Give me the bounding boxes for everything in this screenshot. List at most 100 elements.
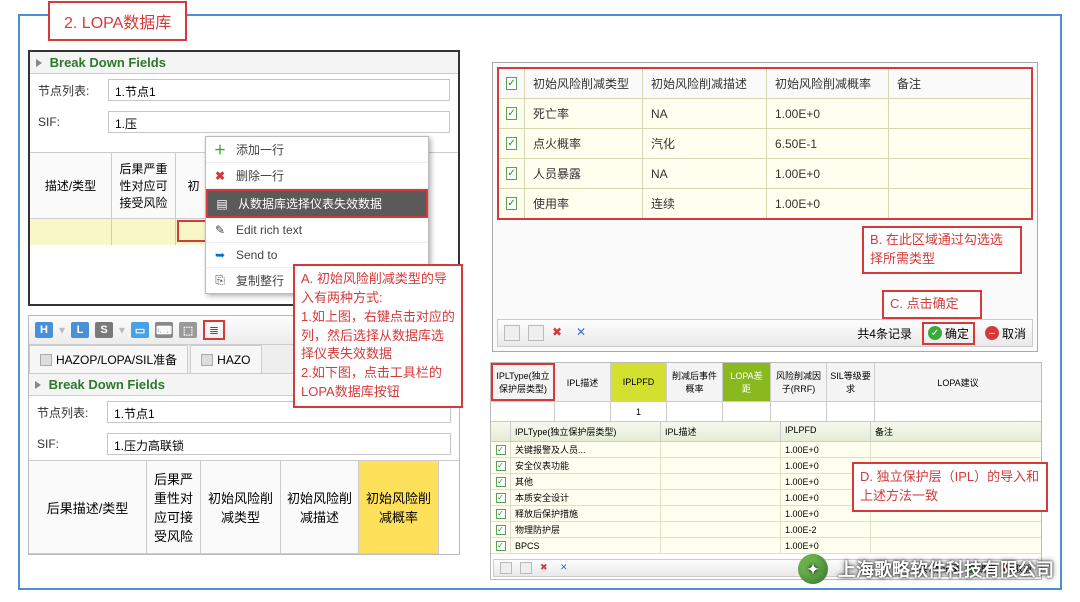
menu-delete-row[interactable]: ✖ 删除一行: [206, 163, 428, 189]
cell-prob: 1.00E+0: [767, 159, 889, 188]
ipl-head-pfd: IPLPFD: [611, 363, 667, 401]
menu-selectdb-label: 从数据库选择仪表失效数据: [238, 195, 382, 212]
toolbar-keyboard-icon[interactable]: ⌨: [155, 322, 173, 338]
new-icon[interactable]: [504, 325, 520, 341]
sif-value-2[interactable]: 1.压力高联锁: [107, 433, 451, 455]
wechat-icon: ✦: [798, 554, 828, 584]
head-note: 备注: [889, 69, 1031, 98]
checkbox-row[interactable]: ✓: [496, 541, 506, 551]
ipl-row2-c1[interactable]: [555, 402, 611, 422]
delete-icon[interactable]: ✖: [552, 325, 568, 341]
col-irr-type: 初始风险削减类型: [201, 461, 281, 554]
document-icon: [40, 354, 52, 366]
ipl-row[interactable]: ✓BPCS1.00E+0: [491, 538, 1041, 554]
sub-chk-head: [491, 422, 511, 441]
sub-type: IPLType(独立保护层类型): [511, 422, 661, 441]
right-upper-footer: ✖ ✕ 共4条记录 ✓ 确定 – 取消: [497, 319, 1033, 347]
watermark-text: 上海歌略软件科技有限公司: [838, 556, 1054, 582]
annotation-d: D. 独立保护层（IPL）的导入和上述方法一致: [852, 462, 1048, 512]
ipl-head-gap: LOPA差距: [723, 363, 771, 401]
delete-icon: ✖: [212, 168, 228, 184]
sif-value[interactable]: 1.压: [108, 111, 450, 133]
cell-desc: NA: [643, 159, 767, 188]
tab-hazop[interactable]: HAZO: [190, 345, 261, 373]
cancel-label: 取消: [1002, 325, 1026, 342]
tab2-label: HAZO: [217, 353, 250, 367]
checkbox-row[interactable]: ✓: [506, 167, 516, 180]
toolbar-h-icon[interactable]: H: [35, 322, 53, 338]
collapse-icon: [35, 381, 41, 389]
edit-icon: ✎: [212, 222, 228, 238]
toolbar-l-icon[interactable]: L: [71, 322, 89, 338]
breakdown-header[interactable]: Break Down Fields: [30, 52, 458, 74]
sif-label-2: SIF:: [37, 437, 107, 451]
cell-desc: 汽化: [643, 129, 767, 158]
ipl-row2-c2[interactable]: 1: [611, 402, 667, 422]
col-severity-risk: 后果严重性对应可接受风险: [147, 461, 201, 554]
ipl-desc: [661, 474, 781, 489]
menu-select-from-db[interactable]: ▤ 从数据库选择仪表失效数据: [206, 189, 428, 218]
tools-icon[interactable]: ✕: [560, 562, 572, 574]
ipl-head-sil: SIL等级要求: [827, 363, 875, 401]
ipl-row2-c6[interactable]: [827, 402, 875, 422]
toolbar-s-icon[interactable]: S: [95, 322, 113, 338]
ipl-row2-c0[interactable]: [491, 402, 555, 422]
ipl-head-desc: IPL描述: [555, 363, 611, 401]
new-icon[interactable]: [500, 562, 512, 574]
ipl-row[interactable]: ✓物理防护层1.00E-2: [491, 522, 1041, 538]
checkbox-row[interactable]: ✓: [496, 525, 506, 535]
tab-hazop-lopa-sil[interactable]: HAZOP/LOPA/SIL准备: [29, 345, 188, 373]
ipl-name: BPCS: [511, 538, 661, 553]
tools-icon[interactable]: ✕: [576, 325, 592, 341]
toolbar-lopa-db-button[interactable]: ≣: [203, 320, 225, 340]
menu-edit-rich-text[interactable]: ✎ Edit rich text: [206, 218, 428, 243]
cell-note: [889, 159, 1031, 188]
cell-type: 点火概率: [525, 129, 643, 158]
sif-label: SIF:: [38, 115, 108, 129]
copy-icon: ⎘: [212, 273, 228, 289]
ipl-note: [871, 442, 1041, 457]
ipl-row2-c5[interactable]: [771, 402, 827, 422]
checkbox-row[interactable]: ✓: [496, 493, 506, 503]
cancel-button[interactable]: – 取消: [985, 325, 1026, 342]
sub-desc: IPL描述: [661, 422, 781, 441]
checkbox-row[interactable]: ✓: [506, 107, 516, 120]
menu-delete-label: 删除一行: [236, 167, 284, 184]
toolbar-paste-icon[interactable]: ⬚: [179, 322, 197, 338]
ipl-name: 安全仪表功能: [511, 458, 661, 473]
ipl-row2-c7[interactable]: [875, 402, 1041, 422]
ipl-head-rrf: 风险削减因子(RRF): [771, 363, 827, 401]
record-count: 共4条记录: [857, 325, 912, 342]
checkbox-row[interactable]: ✓: [496, 509, 506, 519]
toolbar-folder-icon[interactable]: ▭: [131, 322, 149, 338]
cell-desc[interactable]: [30, 219, 112, 245]
checkbox-row[interactable]: ✓: [506, 137, 516, 150]
col-irr-desc: 初始风险削减描述: [281, 461, 359, 554]
ipl-note: [871, 538, 1041, 553]
checkbox-row[interactable]: ✓: [506, 197, 516, 210]
ipl-row2-c3[interactable]: [667, 402, 723, 422]
ok-button[interactable]: ✓ 确定: [922, 322, 975, 345]
checkbox-row[interactable]: ✓: [496, 477, 506, 487]
copy-icon[interactable]: [528, 325, 544, 341]
cell-severity[interactable]: [112, 219, 176, 245]
ipl-row2-c4[interactable]: [723, 402, 771, 422]
node-value[interactable]: 1.节点1: [108, 79, 450, 101]
copy-icon[interactable]: [520, 562, 532, 574]
checkbox-row[interactable]: ✓: [496, 445, 506, 455]
ipl-desc: [661, 458, 781, 473]
right-upper-grid: ✓ 初始风险削减类型 初始风险削减描述 初始风险削减概率 备注 ✓ 死亡率 NA…: [497, 67, 1033, 220]
checkbox-all[interactable]: ✓: [506, 77, 516, 90]
menu-add-row[interactable]: ＋ 添加一行: [206, 137, 428, 163]
checkbox-row[interactable]: ✓: [496, 461, 506, 471]
menu-edit-label: Edit rich text: [236, 223, 302, 237]
menu-add-label: 添加一行: [236, 141, 284, 158]
ipl-desc: [661, 522, 781, 537]
breakdown-label-2: Break Down Fields: [49, 377, 165, 392]
head-prob: 初始风险削减概率: [767, 69, 889, 98]
menu-copy-label: 复制整行: [236, 272, 284, 289]
ipl-head-suggest: LOPA建议: [875, 363, 1041, 401]
ipl-row[interactable]: ✓关键报警及人员...1.00E+0: [491, 442, 1041, 458]
delete-icon[interactable]: ✖: [540, 562, 552, 574]
ipl-name: 释放后保护措施: [511, 506, 661, 521]
